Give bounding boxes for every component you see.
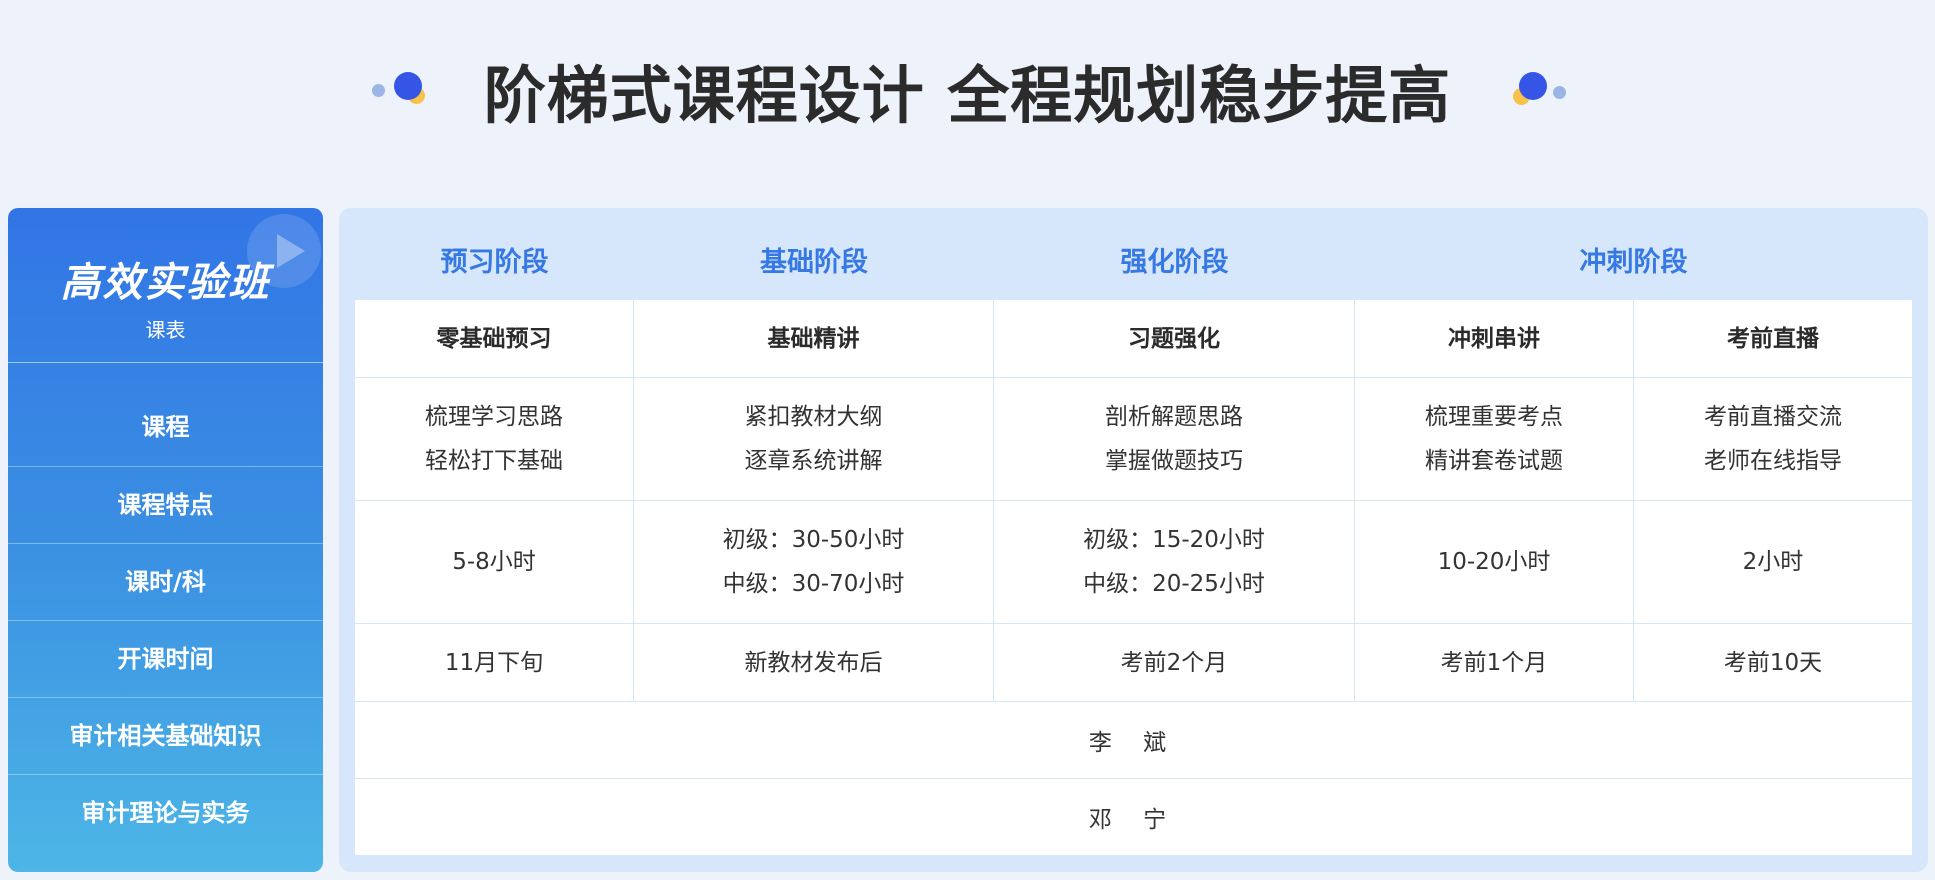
feature-line: 老师在线指导: [1704, 448, 1842, 474]
stage-basic: 基础阶段: [760, 247, 868, 278]
start-time-cell: 11月下旬: [355, 624, 634, 701]
feature-line: 逐章系统讲解: [744, 448, 883, 474]
course-cell: 冲刺串讲: [1355, 300, 1634, 377]
row-label-course: 课程: [8, 363, 323, 467]
row-label-features: 课程特点: [8, 467, 323, 544]
start-time-cell: 新教材发布后: [634, 624, 994, 701]
course-cell: 考前直播: [1727, 325, 1819, 352]
feature-line: 精讲套卷试题: [1425, 448, 1563, 474]
hours-line: 5-8小时: [452, 549, 536, 575]
start-time-cell: 考前2个月: [994, 624, 1355, 701]
teacher-row-audit-theory: 邓 宁: [1088, 807, 1179, 833]
hours-line: 中级：20-25小时: [1083, 571, 1265, 597]
start-time-row: 11月下旬 新教材发布后 考前2个月 考前1个月 考前10天: [355, 624, 1912, 702]
feature-line: 梳理重要考点: [1425, 404, 1563, 430]
page-title: 阶梯式课程设计 全程规划稳步提高: [483, 59, 1452, 132]
feature-cell: 梳理学习思路 轻松打下基础: [355, 378, 634, 500]
row-label-start-time: 开课时间: [8, 621, 323, 698]
stage-preview: 预习阶段: [440, 247, 549, 278]
row-header-panel: 高效实验班 课表 课程 课程特点 课时/科 开课时间 审计相关基础知识 审计理论…: [8, 208, 323, 872]
stage-header-row: 预习阶段 基础阶段 强化阶段 冲刺阶段: [355, 208, 1912, 300]
feature-line: 考前直播交流: [1704, 404, 1842, 430]
stage-sprint: 冲刺阶段: [1579, 247, 1688, 278]
hours-line: 初级：30-50小时: [722, 527, 905, 553]
hours-line: 2小时: [1742, 549, 1804, 575]
start-time-cell: 考前10天: [1723, 649, 1823, 676]
hours-cell: 初级：15-20小时 中级：20-25小时: [994, 501, 1355, 623]
hours-cell: 2小时: [1634, 501, 1912, 623]
feature-cell: 考前直播交流 老师在线指导: [1634, 378, 1912, 500]
hours-cell: 初级：30-50小时 中级：30-70小时: [634, 501, 994, 623]
course-cell: 基础精讲: [634, 300, 994, 377]
feature-line: 轻松打下基础: [425, 448, 563, 474]
feature-line: 剖析解题思路: [1105, 404, 1243, 430]
schedule-table-panel: 预习阶段 基础阶段 强化阶段 冲刺阶段 零基础预习 基础精讲 习题强化 冲刺串讲…: [339, 208, 1928, 872]
feature-line: 紧扣教材大纲: [744, 404, 883, 430]
start-time-cell: 考前1个月: [1355, 624, 1634, 701]
schedule-label: 课表: [145, 318, 186, 342]
hours-line: 10-20小时: [1437, 549, 1551, 575]
title-bar: 阶梯式课程设计 全程规划稳步提高: [0, 40, 1935, 140]
hours-row: 5-8小时 初级：30-50小时 中级：30-70小时 初级：15-20小时 中…: [355, 501, 1912, 624]
stage-intensive: 强化阶段: [1120, 247, 1229, 278]
features-row: 梳理学习思路 轻松打下基础 紧扣教材大纲 逐章系统讲解 剖析解题思路 掌握做题技…: [355, 378, 1912, 501]
schedule-table: 零基础预习 基础精讲 习题强化 冲刺串讲 考前直播 梳理学习思路 轻松打下基础 …: [355, 300, 1912, 855]
course-cell: 零基础预习: [355, 300, 634, 377]
feature-cell: 紧扣教材大纲 逐章系统讲解: [634, 378, 994, 500]
feature-cell: 梳理重要考点 精讲套卷试题: [1355, 378, 1634, 500]
feature-line: 梳理学习思路: [425, 404, 563, 430]
play-icon: [247, 214, 321, 288]
row-label-audit-basics: 审计相关基础知识: [8, 698, 323, 775]
hours-line: 初级：15-20小时: [1083, 527, 1265, 553]
feature-cell: 剖析解题思路 掌握做题技巧: [994, 378, 1355, 500]
hours-cell: 10-20小时: [1355, 501, 1634, 623]
class-header: 高效实验班 课表: [8, 208, 323, 363]
row-label-audit-theory: 审计理论与实务: [81, 799, 250, 827]
feature-line: 掌握做题技巧: [1105, 448, 1243, 474]
course-cell: 习题强化: [994, 300, 1355, 377]
hours-line: 中级：30-70小时: [722, 571, 905, 597]
teacher-row-audit-basics: 李 斌: [355, 702, 1912, 779]
decorative-dots-left: [370, 60, 440, 120]
hours-cell: 5-8小时: [355, 501, 634, 623]
course-row: 零基础预习 基础精讲 习题强化 冲刺串讲 考前直播: [355, 300, 1912, 378]
row-label-hours: 课时/科: [8, 544, 323, 621]
decorative-dots-right: [1495, 60, 1567, 120]
